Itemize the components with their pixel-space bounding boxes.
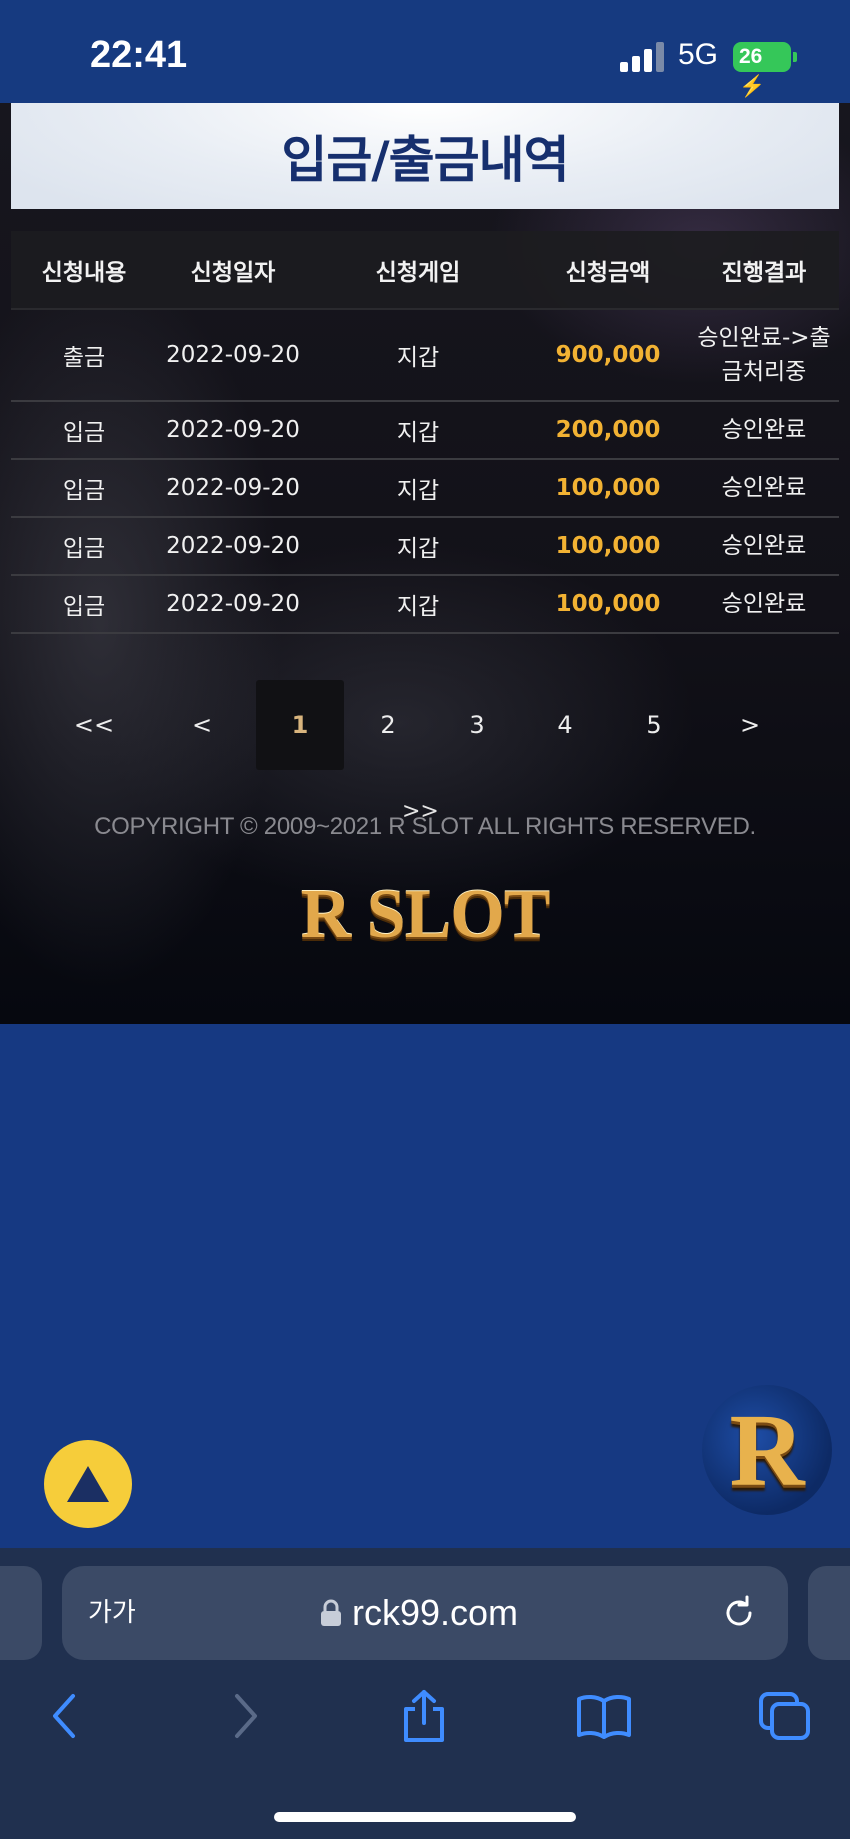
status-time: 22:41 [90,34,188,76]
network-type: 5G [678,38,719,71]
chevron-right-icon [235,1694,257,1738]
column-header-amount: 신청금액 [527,231,689,310]
cell-result: 승인완료 [689,459,839,518]
lock-icon [321,1599,341,1626]
forward-button[interactable] [218,1688,274,1744]
battery-level: 26 [739,45,763,68]
cell-amount: 100,000 [527,575,689,634]
column-header-date: 신청일자 [157,231,309,310]
cell-amount: 200,000 [527,401,689,460]
cell-game: 지갑 [309,401,527,460]
table-row: 입금 2022-09-20 지갑 100,000 승인완료 [11,575,839,634]
url-display[interactable]: rck99.com [320,1566,518,1660]
share-icon [404,1690,444,1742]
cell-date: 2022-09-20 [157,517,309,576]
chevron-left-icon [53,1694,75,1738]
cell-amount: 900,000 [527,309,689,402]
page-last-link[interactable]: >> [402,799,439,824]
cellular-signal-icon [620,42,664,72]
cell-result: 승인완료 [689,401,839,460]
charging-bolt-icon: ⚡ [739,75,766,98]
back-button[interactable] [36,1688,92,1744]
scroll-to-top-button[interactable] [44,1440,132,1528]
browser-toolbar: 가가 rck99.com [0,1548,850,1839]
page-link-1[interactable]: 1 [256,680,344,770]
page-link-5[interactable]: 5 [610,680,698,770]
status-bar: 22:41 5G 26 ⚡ [0,0,850,103]
cell-result: 승인완료 [689,575,839,634]
page-link-3[interactable]: 3 [433,680,521,770]
tabs-icon [759,1692,810,1740]
column-header-game: 신청게임 [309,231,527,310]
cell-date: 2022-09-20 [157,459,309,518]
rslot-r-button[interactable]: R [702,1385,832,1515]
cell-result: 승인완료->출 금처리중 [689,309,839,402]
table-header-row: 신청내용 신청일자 신청게임 신청금액 진행결과 [11,231,839,310]
page-next-link[interactable]: > [706,680,794,770]
cell-game: 지갑 [309,575,527,634]
content-area: 입금/출금내역 신청내용 신청일자 신청게임 신청금액 진행결과 출금 2022… [0,103,850,1024]
cell-game: 지갑 [309,517,527,576]
cell-result: 승인완료 [689,517,839,576]
book-icon [577,1694,631,1739]
cell-result-line2: 금처리중 [721,359,807,385]
page-title: 입금/출금내역 [281,131,569,189]
cell-result-line1: 승인완료->출 [697,325,831,351]
text-size-button[interactable]: 가가 [88,1566,136,1660]
page-link-2[interactable]: 2 [344,680,432,770]
triangle-up-icon [67,1466,109,1502]
reload-icon[interactable] [720,1594,758,1632]
table-row: 입금 2022-09-20 지갑 200,000 승인완료 [11,401,839,460]
table-row: 입금 2022-09-20 지갑 100,000 승인완료 [11,459,839,518]
table-row: 입금 2022-09-20 지갑 100,000 승인완료 [11,517,839,576]
cell-type: 출금 [11,309,157,402]
battery-tip [793,52,797,62]
bookmarks-button[interactable] [576,1688,632,1744]
url-text: rck99.com [352,1592,519,1633]
cell-amount: 100,000 [527,517,689,576]
cell-game: 지갑 [309,309,527,402]
rslot-logo: R SLOT [300,876,551,953]
pagination: << < 1 2 3 4 5 > [50,680,790,770]
cell-date: 2022-09-20 [157,309,309,402]
home-indicator [274,1812,576,1822]
cell-type: 입금 [11,401,157,460]
page-prev-link[interactable]: < [158,680,246,770]
address-bar[interactable]: 가가 rck99.com [62,1566,788,1660]
cell-type: 입금 [11,575,157,634]
cell-amount: 100,000 [527,459,689,518]
previous-tab-peek[interactable] [0,1566,42,1660]
tabs-button[interactable] [757,1688,813,1744]
page-first-link[interactable]: << [50,680,138,770]
battery-indicator: 26 ⚡ [733,42,791,98]
cell-date: 2022-09-20 [157,575,309,634]
next-tab-peek[interactable] [808,1566,850,1660]
table-row: 출금 2022-09-20 지갑 900,000 승인완료->출 금처리중 [11,309,839,402]
cell-type: 입금 [11,517,157,576]
cell-date: 2022-09-20 [157,401,309,460]
column-header-result: 진행결과 [689,231,839,310]
share-button[interactable] [396,1688,452,1744]
page-header: 입금/출금내역 [11,103,839,209]
cell-game: 지갑 [309,459,527,518]
page-link-4[interactable]: 4 [521,680,609,770]
transaction-history-table: 신청내용 신청일자 신청게임 신청금액 진행결과 출금 2022-09-20 지… [11,231,839,634]
cell-type: 입금 [11,459,157,518]
column-header-type: 신청내용 [11,231,157,310]
